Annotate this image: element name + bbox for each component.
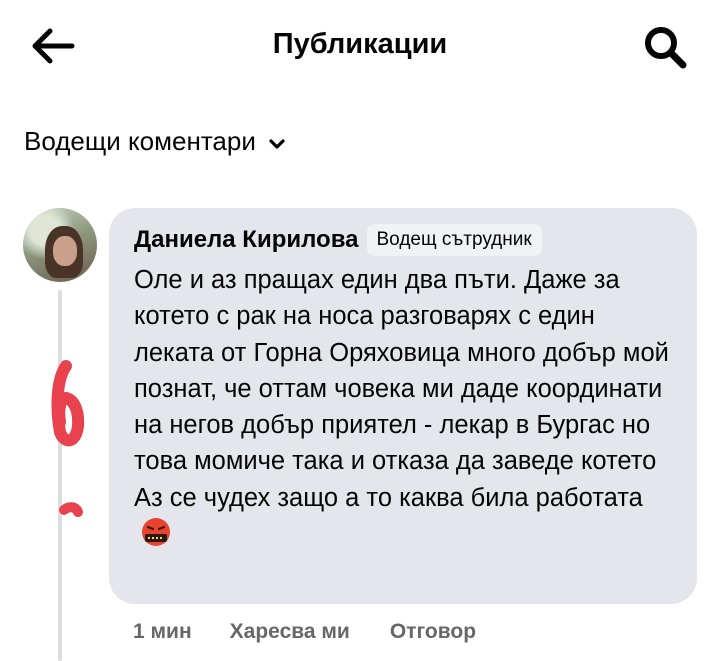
page-title: Публикации <box>272 28 448 60</box>
face-with-symbols-on-mouth-emoji-icon <box>142 518 170 547</box>
comment-text: Оле и аз пращах един два пъти. Даже за к… <box>134 266 669 512</box>
comment-sort-label: Водещи коментари <box>24 126 256 156</box>
comment-author[interactable]: Даниела Кирилова <box>134 226 359 254</box>
avatar-face-shape <box>53 236 77 266</box>
search-icon <box>645 27 687 69</box>
reply-button[interactable]: Отговор <box>390 620 476 644</box>
search-button[interactable] <box>640 22 690 70</box>
comment-text-block: Оле и аз пращах един два пъти. Даже за к… <box>134 262 679 552</box>
top-bar: Публикации <box>0 0 720 92</box>
comment-sort-dropdown[interactable]: Водещи коментари <box>24 126 286 157</box>
author-badge: Водещ сътрудник <box>366 224 542 256</box>
comment-bubble[interactable]: Даниела Кирилова Водещ сътрудник Оле и а… <box>109 208 697 604</box>
comment-header: Даниела Кирилова Водещ сътрудник <box>134 224 542 256</box>
avatar[interactable] <box>23 208 97 282</box>
comment-timestamp: 1 мин <box>133 620 192 643</box>
comment-actions: 1 мин Харесва ми Отговор <box>133 620 476 644</box>
chevron-down-icon <box>269 138 285 149</box>
red-scribble-mark <box>51 360 85 517</box>
like-button[interactable]: Харесва ми <box>230 620 350 644</box>
